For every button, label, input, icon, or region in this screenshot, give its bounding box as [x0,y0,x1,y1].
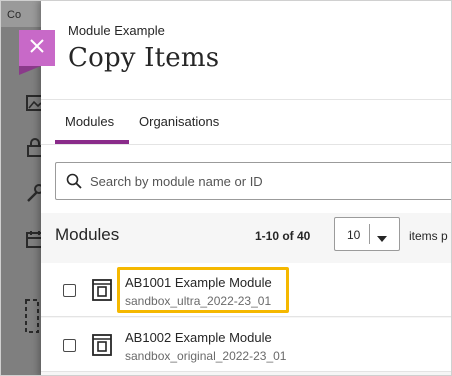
module-id: sandbox_original_2022-23_01 [125,349,287,363]
modules-heading: Modules [55,225,120,244]
tab-bar: Modules Organisations [41,99,451,145]
module-name[interactable]: AB1002 Example Module [125,330,272,345]
tab-organisations[interactable]: Organisations [139,114,219,129]
module-id: sandbox_ultra_2022-23_01 [125,294,272,308]
copy-items-panel: Module Example Copy Items Modules Organi… [41,1,451,375]
search-icon [66,173,82,194]
row-checkbox[interactable] [63,339,76,352]
items-per-page-label: items p [409,229,448,243]
items-per-page-select[interactable]: 10 [334,217,400,251]
close-icon [30,38,44,58]
close-panel-button[interactable] [19,30,55,66]
chevron-down-icon [377,230,387,248]
module-icon [92,334,112,361]
search-box [55,162,451,200]
module-icon [92,279,112,306]
tab-modules[interactable]: Modules [65,114,114,129]
close-tab-fold [19,66,41,75]
row-checkbox[interactable] [63,284,76,297]
select-divider [369,224,370,244]
list-item[interactable]: AB1001 Example Module sandbox_ultra_2022… [41,263,451,317]
active-tab-indicator [55,140,129,144]
breadcrumb: Module Example [68,23,165,38]
background-topbar: Co [1,1,41,27]
page-title: Copy Items [68,43,220,73]
screen: Co Module Example Copy Items Modules Org… [0,0,452,376]
search-input[interactable] [90,171,440,191]
list-item[interactable]: AB1002 Example Module sandbox_original_2… [41,318,451,372]
items-per-page-value: 10 [347,228,361,242]
module-name[interactable]: AB1001 Example Module [125,275,272,290]
pagination-range: 1-10 of 40 [255,229,311,243]
dashed-placeholder-icon [25,299,39,333]
